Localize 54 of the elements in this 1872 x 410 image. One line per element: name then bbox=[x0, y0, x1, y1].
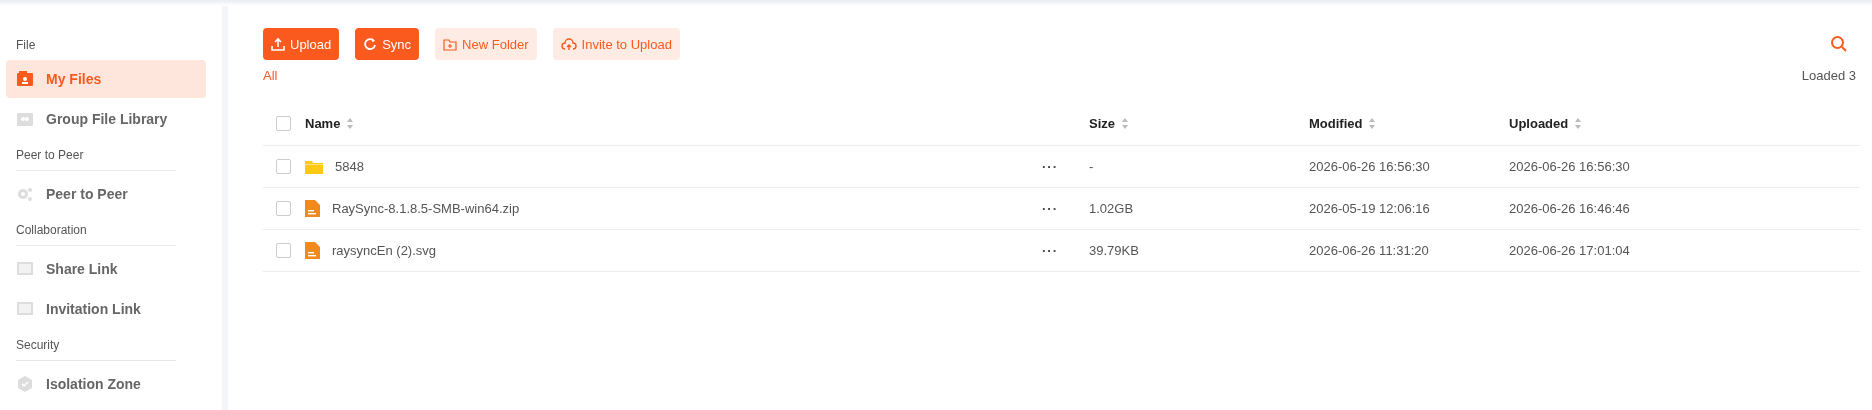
table-cell-text: 2026-06-26 16:46:46 bbox=[1509, 201, 1631, 216]
sidebar-item[interactable]: Group File Library bbox=[6, 100, 206, 138]
link-screen-icon bbox=[16, 261, 34, 277]
shield-icon bbox=[16, 375, 34, 393]
sidebar-item[interactable]: Peer to Peer bbox=[6, 175, 206, 213]
search-icon[interactable] bbox=[1830, 35, 1848, 53]
section-title: Collaboration bbox=[15, 222, 88, 239]
table-cell-text: 2026-05-19 12:06:16 bbox=[1309, 201, 1431, 216]
table-cell-text: 2026-06-26 16:56:30 bbox=[1509, 159, 1631, 174]
more-button[interactable]: ··· bbox=[1042, 201, 1089, 216]
column-header[interactable]: Modified bbox=[1309, 115, 1363, 131]
toolbar-button[interactable]: Sync bbox=[355, 28, 420, 60]
section-title: Peer to Peer bbox=[15, 147, 85, 164]
file-name[interactable]: 5848 bbox=[335, 159, 364, 174]
file-icon bbox=[305, 242, 320, 259]
folder-icon bbox=[16, 71, 34, 87]
table-cell-text: - bbox=[1089, 159, 1095, 174]
column-header[interactable]: Name bbox=[305, 115, 341, 131]
sync-icon bbox=[363, 37, 378, 51]
link-screen-icon bbox=[16, 301, 34, 317]
group-folder-icon bbox=[16, 111, 34, 127]
peer-icon bbox=[16, 186, 34, 202]
sidebar-item[interactable]: Share Link bbox=[6, 250, 206, 288]
new-folder-icon bbox=[443, 37, 458, 51]
table-cell-text: 2026-06-26 11:31:20 bbox=[1309, 243, 1430, 258]
cloud-upload-icon bbox=[560, 37, 577, 51]
more-button[interactable]: ··· bbox=[1042, 159, 1089, 174]
toolbar-button[interactable]: Upload bbox=[263, 28, 340, 60]
table-cell-text: 39.79KB bbox=[1089, 243, 1140, 258]
more-button[interactable]: ··· bbox=[1042, 243, 1089, 258]
sort-icon[interactable] bbox=[346, 116, 355, 130]
breadcrumb-link[interactable]: All bbox=[263, 68, 278, 83]
table-cell-text: 1.02GB bbox=[1089, 201, 1135, 216]
sort-icon[interactable] bbox=[1368, 116, 1377, 130]
folder-icon bbox=[305, 159, 323, 174]
sort-icon[interactable] bbox=[1574, 116, 1583, 130]
sort-icon[interactable] bbox=[1121, 116, 1129, 130]
checkbox[interactable] bbox=[276, 159, 291, 174]
checkbox[interactable] bbox=[276, 243, 291, 258]
file-name[interactable]: RaySync-8.1.8.5-SMB-win64.zip bbox=[332, 201, 520, 216]
checkbox[interactable] bbox=[276, 115, 291, 131]
sidebar-item[interactable]: Invitation Link bbox=[6, 290, 206, 328]
table-cell-text: 2026-06-26 16:56:30 bbox=[1309, 159, 1431, 174]
loaded-count: Loaded 3 bbox=[1801, 68, 1856, 83]
file-name[interactable]: raysyncEn (2).svg bbox=[332, 243, 437, 258]
checkbox[interactable] bbox=[276, 201, 291, 216]
table-cell-text: 2026-06-26 17:01:04 bbox=[1509, 243, 1631, 258]
column-header[interactable]: Size bbox=[1089, 115, 1115, 131]
upload-icon bbox=[271, 37, 285, 51]
sidebar-item[interactable]: Isolation Zone bbox=[6, 365, 206, 403]
column-header[interactable]: Uploaded bbox=[1509, 115, 1569, 131]
section-title: Security bbox=[15, 337, 61, 354]
file-icon bbox=[305, 200, 320, 217]
section-title: File bbox=[15, 37, 37, 54]
